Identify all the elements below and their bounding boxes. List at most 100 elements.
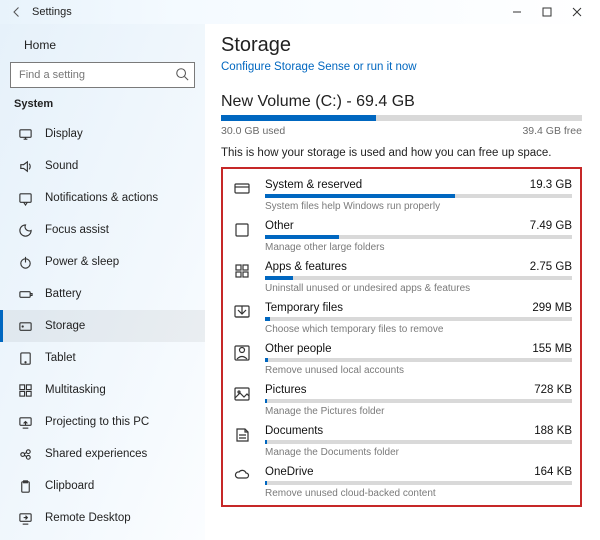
category-icon bbox=[231, 425, 253, 458]
sidebar-item-label: Storage bbox=[45, 320, 85, 332]
category-bar bbox=[265, 276, 572, 280]
notifications-actions-icon bbox=[17, 190, 33, 206]
volume-usage-labels: 30.0 GB used 39.4 GB free bbox=[221, 125, 582, 137]
remote-desktop-icon bbox=[17, 510, 33, 526]
category-icon bbox=[231, 261, 253, 294]
category-desc: Uninstall unused or undesired apps & fea… bbox=[265, 283, 572, 294]
category-icon bbox=[231, 302, 253, 335]
category-name: Apps & features bbox=[265, 261, 347, 273]
volume-usage-bar bbox=[221, 115, 582, 121]
projecting-to-this-pc-icon bbox=[17, 414, 33, 430]
category-desc: Choose which temporary files to remove bbox=[265, 324, 572, 335]
sidebar-item-label: Focus assist bbox=[45, 224, 109, 236]
sidebar-home-label: Home bbox=[24, 38, 56, 52]
sidebar-item-battery[interactable]: Battery bbox=[0, 278, 205, 310]
search-icon bbox=[175, 67, 189, 84]
category-pictures[interactable]: Pictures 728 KB Manage the Pictures folder bbox=[229, 378, 574, 419]
category-size: 164 KB bbox=[534, 466, 572, 478]
shared-experiences-icon bbox=[17, 446, 33, 462]
category-size: 2.75 GB bbox=[530, 261, 572, 273]
sidebar-item-projecting-to-this-pc[interactable]: Projecting to this PC bbox=[0, 406, 205, 438]
search-input[interactable] bbox=[10, 62, 195, 88]
category-bar bbox=[265, 399, 572, 403]
category-icon bbox=[231, 220, 253, 253]
sidebar-section-label: System bbox=[0, 98, 205, 118]
category-desc: Remove unused local accounts bbox=[265, 365, 572, 376]
titlebar: Settings bbox=[0, 0, 600, 24]
minimize-button[interactable] bbox=[502, 0, 532, 24]
multitasking-icon bbox=[17, 382, 33, 398]
category-system-reserved[interactable]: System & reserved 19.3 GB System files hel… bbox=[229, 173, 574, 214]
sidebar-item-tablet[interactable]: Tablet bbox=[0, 342, 205, 374]
category-other-people[interactable]: Other people 155 MB Remove unused local ac… bbox=[229, 337, 574, 378]
sidebar-item-remote-desktop[interactable]: Remote Desktop bbox=[0, 502, 205, 534]
sidebar-item-power-sleep[interactable]: Power & sleep bbox=[0, 246, 205, 278]
focus-assist-icon bbox=[17, 222, 33, 238]
category-desc: Manage the Documents folder bbox=[265, 447, 572, 458]
sidebar-item-storage[interactable]: Storage bbox=[0, 310, 205, 342]
sidebar-item-notifications-actions[interactable]: Notifications & actions bbox=[0, 182, 205, 214]
category-size: 7.49 GB bbox=[530, 220, 572, 232]
power-sleep-icon bbox=[17, 254, 33, 270]
category-desc: Remove unused cloud-backed content bbox=[265, 488, 572, 499]
category-size: 19.3 GB bbox=[530, 179, 572, 191]
intro-text: This is how your storage is used and how… bbox=[221, 147, 582, 159]
category-size: 728 KB bbox=[534, 384, 572, 396]
display-icon bbox=[17, 126, 33, 142]
category-name: Pictures bbox=[265, 384, 307, 396]
sidebar-item-label: Remote Desktop bbox=[45, 512, 131, 524]
sidebar-item-label: Tablet bbox=[45, 352, 76, 364]
category-icon bbox=[231, 179, 253, 212]
sound-icon bbox=[17, 158, 33, 174]
category-size: 188 KB bbox=[534, 425, 572, 437]
category-onedrive[interactable]: OneDrive164 KBRemove unused cloud-backed… bbox=[229, 460, 574, 501]
category-bar bbox=[265, 440, 572, 444]
window-title: Settings bbox=[32, 6, 72, 18]
category-bar bbox=[265, 235, 572, 239]
sidebar-nav: Display Sound Notifications & actions Focus… bbox=[0, 118, 205, 534]
battery-icon bbox=[17, 286, 33, 302]
category-name: Other people bbox=[265, 343, 332, 355]
category-icon bbox=[231, 466, 253, 499]
category-bar bbox=[265, 317, 572, 321]
category-other[interactable]: Other7.49 GBManage other large folders bbox=[229, 214, 574, 255]
maximize-button[interactable] bbox=[532, 0, 562, 24]
sidebar-item-label: Display bbox=[45, 128, 83, 140]
sidebar-item-display[interactable]: Display bbox=[0, 118, 205, 150]
search-wrap bbox=[10, 62, 195, 88]
category-documents[interactable]: Documents 188 KB Manage the Documents fold… bbox=[229, 419, 574, 460]
back-icon[interactable] bbox=[8, 6, 26, 18]
sidebar-item-shared-experiences[interactable]: Shared experiences bbox=[0, 438, 205, 470]
category-desc: Manage the Pictures folder bbox=[265, 406, 572, 417]
sidebar-home[interactable]: Home bbox=[0, 32, 205, 62]
category-bar bbox=[265, 481, 572, 485]
category-icon bbox=[231, 384, 253, 417]
sidebar-item-sound[interactable]: Sound bbox=[0, 150, 205, 182]
category-size: 299 MB bbox=[532, 302, 572, 314]
sidebar-item-label: Sound bbox=[45, 160, 78, 172]
volume-title: New Volume (C:) - 69.4 GB bbox=[221, 93, 582, 111]
category-name: Documents bbox=[265, 425, 323, 437]
sidebar-item-clipboard[interactable]: Clipboard bbox=[0, 470, 205, 502]
free-label: 39.4 GB free bbox=[522, 125, 582, 137]
storage-icon bbox=[17, 318, 33, 334]
sidebar-item-focus-assist[interactable]: Focus assist bbox=[0, 214, 205, 246]
category-desc: Manage other large folders bbox=[265, 242, 572, 253]
category-temporary-files[interactable]: Temporary files299 MBChoose which tempor… bbox=[229, 296, 574, 337]
category-icon bbox=[231, 343, 253, 376]
category-size: 155 MB bbox=[532, 343, 572, 355]
close-button[interactable] bbox=[562, 0, 592, 24]
sidebar-item-label: Projecting to this PC bbox=[45, 416, 149, 428]
sidebar-item-label: Battery bbox=[45, 288, 81, 300]
category-apps-features[interactable]: Apps & features 2.75 GB Uninstall unused o… bbox=[229, 255, 574, 296]
sidebar-item-label: Power & sleep bbox=[45, 256, 119, 268]
tablet-icon bbox=[17, 350, 33, 366]
sidebar-item-label: Shared experiences bbox=[45, 448, 147, 460]
sidebar-item-multitasking[interactable]: Multitasking bbox=[0, 374, 205, 406]
category-name: System & reserved bbox=[265, 179, 362, 191]
category-bar bbox=[265, 358, 572, 362]
content: Storage Configure Storage Sense or run i… bbox=[205, 24, 600, 540]
categories-box: System & reserved 19.3 GB System files hel… bbox=[221, 167, 582, 507]
configure-storage-sense-link[interactable]: Configure Storage Sense or run it now bbox=[221, 61, 582, 73]
category-desc: System files help Windows run properly bbox=[265, 201, 572, 212]
